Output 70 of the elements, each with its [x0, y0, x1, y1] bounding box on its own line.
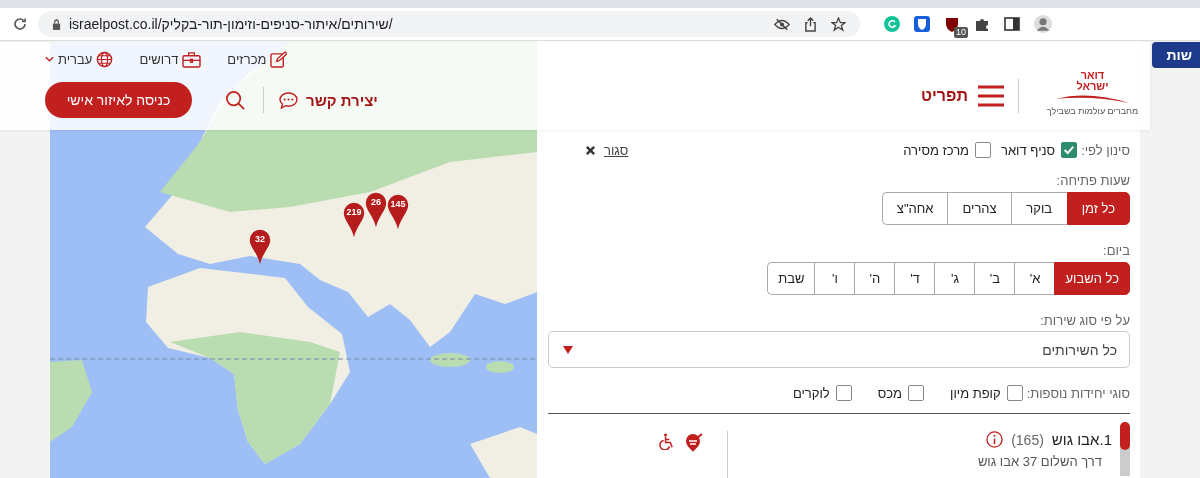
section-label: על פי סוג שירות: — [1039, 313, 1130, 329]
eye-slash-icon[interactable] — [774, 17, 790, 31]
chat-bubble-icon[interactable] — [279, 91, 298, 109]
scrollbar[interactable] — [1120, 422, 1130, 476]
share-icon[interactable] — [804, 16, 817, 32]
menu-icon[interactable] — [978, 85, 1004, 107]
checkbox[interactable] — [1061, 142, 1078, 158]
close-link[interactable]: סגור — [585, 142, 629, 158]
checkbox-label: מכס — [877, 385, 902, 401]
login-button[interactable]: כניסה לאיזור אישי — [45, 82, 192, 118]
segment-tab[interactable]: ו' — [814, 262, 855, 295]
filter-label: סינון לפי: — [1081, 142, 1130, 158]
lock-icon — [52, 18, 61, 30]
map-marker[interactable]: 32 — [249, 228, 271, 266]
puzzle-icon[interactable] — [974, 16, 990, 32]
extension-badge: 10 — [954, 27, 968, 38]
shield-icon[interactable] — [914, 16, 930, 32]
caret-icon — [45, 56, 54, 62]
pin-icon — [685, 433, 703, 453]
segment-tab[interactable]: אחה"צ — [881, 192, 948, 225]
pencil-square-icon — [270, 50, 288, 68]
segment-tab[interactable]: כל זמן — [1066, 192, 1130, 225]
header-link[interactable]: דרושים — [139, 50, 202, 68]
segment-tab[interactable]: ג' — [934, 262, 975, 295]
segment-tab[interactable]: בוקר — [1010, 192, 1067, 225]
segment-tab[interactable]: צהרים — [947, 192, 1011, 225]
sidebar-icon[interactable] — [1004, 16, 1020, 32]
segment-tab[interactable]: כל השבוע — [1054, 262, 1130, 295]
reload-icon[interactable] — [12, 16, 28, 32]
checkbox-label: לוקרים — [792, 385, 830, 401]
briefcase-icon — [182, 50, 202, 68]
side-button[interactable]: שות — [1152, 42, 1200, 68]
segment-tab[interactable]: ד' — [894, 262, 935, 295]
checkbox[interactable] — [975, 142, 991, 158]
map-marker[interactable]: 219 — [343, 201, 365, 239]
tagline: מחברים עולמות בשבילך — [1046, 106, 1139, 116]
scroll-thumb[interactable] — [1120, 422, 1130, 450]
segment-tab[interactable]: ב' — [974, 262, 1015, 295]
segment-tab[interactable]: א' — [1014, 262, 1055, 295]
info-icon[interactable] — [986, 431, 1004, 448]
checkbox[interactable] — [908, 385, 924, 401]
checkbox[interactable] — [1006, 385, 1023, 401]
star-icon[interactable] — [831, 16, 846, 32]
branch-name[interactable]: 1.אבו גוש — [1051, 431, 1112, 448]
segment-tab[interactable]: שבת — [767, 262, 815, 295]
branch-address: דרך השלום 37 אבו גוש — [976, 454, 1103, 469]
header-link[interactable]: עברית — [45, 50, 114, 68]
wheelchair-icon — [658, 433, 675, 453]
contact-link[interactable]: יצירת קשר — [279, 91, 378, 109]
map-marker[interactable]: 26 — [365, 191, 387, 229]
close-icon[interactable] — [585, 144, 596, 156]
filter-label: סוגי יחידות נוספות: — [1026, 385, 1130, 401]
address-bar[interactable]: israelpost.co.il/שירותים/איתור-סניפים-וזימון-תור-בקליק/ — [38, 11, 860, 37]
header-link[interactable]: מכרזים — [227, 50, 288, 68]
logo-text[interactable]: דואר ישראל — [1076, 70, 1109, 92]
section-label: ביום: — [1102, 243, 1130, 259]
section-label: שעות פתיחה: — [1055, 173, 1130, 189]
avatar-icon[interactable] — [1034, 15, 1052, 33]
service-select[interactable]: כל השירותים — [548, 331, 1130, 368]
checkbox-label: קופת מיון — [950, 385, 1001, 401]
branch-count: (165) — [1011, 431, 1044, 448]
checkbox[interactable] — [835, 385, 852, 401]
globe-icon — [96, 50, 114, 68]
search-icon[interactable] — [225, 89, 246, 111]
checkbox-label: מרכז מסירה — [903, 142, 969, 158]
segment-tab[interactable]: ה' — [854, 262, 895, 295]
menu-button[interactable]: תפריט — [921, 85, 1004, 107]
caret-icon[interactable] — [563, 345, 573, 354]
map-marker[interactable]: 145 — [387, 193, 409, 231]
checkbox-label: סניף דואר — [1001, 142, 1056, 158]
